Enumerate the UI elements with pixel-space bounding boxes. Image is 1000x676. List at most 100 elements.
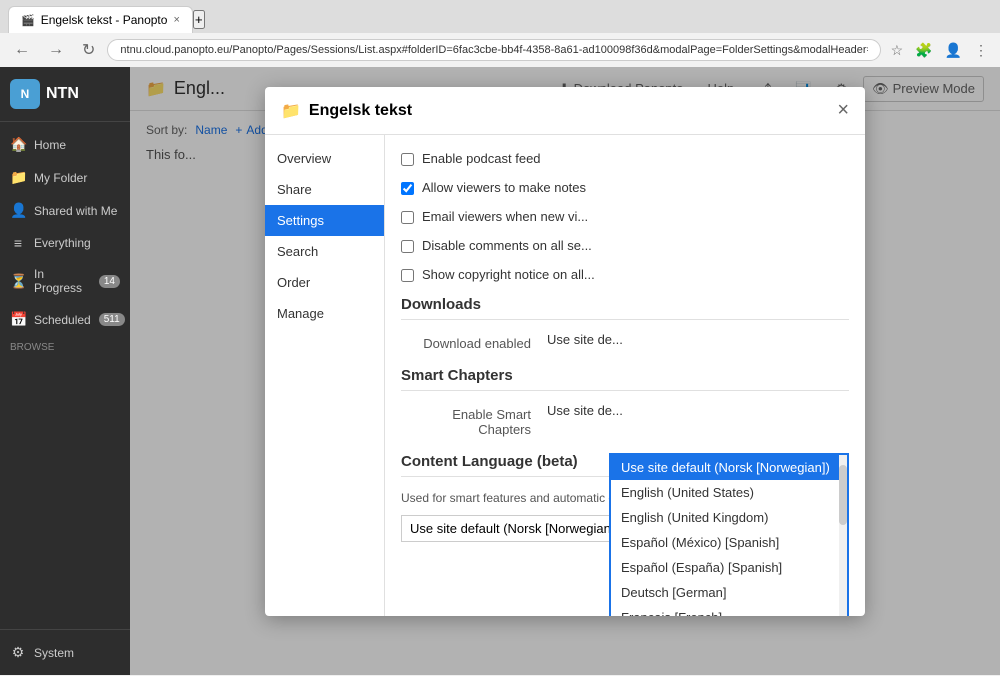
sidebar-logo: N NTN: [0, 67, 130, 122]
sidebar-item-label: My Folder: [34, 171, 87, 185]
browse-label: Browse: [10, 342, 54, 353]
bookmark-icon[interactable]: ☆: [887, 40, 908, 61]
sidebar-item-shared[interactable]: 👤 Shared with Me: [0, 194, 130, 227]
lang-option-4[interactable]: Español (España) [Spanish]: [611, 555, 847, 580]
sidebar-item-label: Shared with Me: [34, 204, 117, 218]
modal-nav-settings[interactable]: Settings: [265, 205, 384, 236]
extensions-icon[interactable]: 🧩: [911, 40, 936, 61]
sidebar-nav: 🏠 Home 📁 My Folder 👤 Shared with Me ≡ Ev…: [0, 122, 130, 629]
shared-icon: 👤: [10, 202, 26, 219]
modal-nav-order[interactable]: Order: [265, 267, 384, 298]
in-progress-badge: 14: [99, 275, 120, 288]
browser-chrome: 🎬 Engelsk tekst - Panopto × + ← → ↻ ☆ 🧩 …: [0, 0, 1000, 67]
modal-nav-search[interactable]: Search: [265, 236, 384, 267]
email-viewers-checkbox[interactable]: [401, 211, 414, 224]
language-list: Use site default (Norsk [Norwegian]) Eng…: [611, 455, 847, 616]
sidebar-item-my-folder[interactable]: 📁 My Folder: [0, 161, 130, 194]
sidebar-item-label: In Progress: [34, 267, 91, 295]
modal-overlay: 📁 Engelsk tekst × Overview Share Setting…: [130, 67, 1000, 675]
lang-option-2[interactable]: English (United Kingdom): [611, 505, 847, 530]
downloads-title: Downloads: [401, 296, 849, 320]
modal-nav-manage[interactable]: Manage: [265, 298, 384, 329]
disable-comments-checkbox[interactable]: [401, 240, 414, 253]
modal-nav: Overview Share Settings Search Order Man…: [265, 135, 385, 616]
modal: 📁 Engelsk tekst × Overview Share Setting…: [265, 87, 865, 616]
browser-toolbar: ← → ↻ ☆ 🧩 👤 ⋮: [0, 33, 1000, 67]
system-icon: ⚙: [10, 644, 26, 661]
progress-icon: ⏳: [10, 273, 26, 290]
menu-icon[interactable]: ⋮: [970, 40, 992, 61]
modal-main: Enable podcast feed Allow viewers to mak…: [385, 135, 865, 616]
smart-chapters-section: Smart Chapters Enable Smart Chapters Use…: [401, 367, 849, 437]
smart-chapters-title: Smart Chapters: [401, 367, 849, 391]
sidebar-item-home[interactable]: 🏠 Home: [0, 128, 130, 161]
modal-body: Overview Share Settings Search Order Man…: [265, 135, 865, 616]
copyright-checkbox[interactable]: [401, 269, 414, 282]
lang-option-1[interactable]: English (United States): [611, 480, 847, 505]
smart-chapters-value: Use site de...: [547, 403, 849, 418]
modal-folder-icon: 📁: [281, 101, 301, 121]
copyright-label: Show copyright notice on all...: [422, 267, 595, 282]
scheduled-icon: 📅: [10, 311, 26, 328]
scheduled-badge: 511: [99, 313, 125, 326]
podcast-setting: Enable podcast feed: [401, 151, 849, 166]
download-setting: Download enabled Use site de...: [401, 332, 849, 351]
sidebar-section-browse: Browse: [0, 336, 130, 355]
scrollbar-track[interactable]: [839, 455, 847, 616]
sidebar: N NTN 🏠 Home 📁 My Folder 👤 Shared with M…: [0, 67, 130, 675]
tab-favicon: 🎬: [21, 14, 35, 27]
modal-title: Engelsk tekst: [309, 102, 829, 120]
sidebar-item-scheduled[interactable]: 📅 Scheduled 511: [0, 303, 130, 336]
allow-notes-label: Allow viewers to make notes: [422, 180, 586, 195]
download-label: Download enabled: [401, 332, 531, 351]
email-viewers-setting: Email viewers when new vi...: [401, 209, 849, 224]
tab-title: Engelsk tekst - Panopto: [41, 13, 168, 27]
sidebar-item-label: Home: [34, 138, 66, 152]
system-label: System: [34, 646, 74, 660]
email-viewers-label: Email viewers when new vi...: [422, 209, 588, 224]
sidebar-item-everything[interactable]: ≡ Everything: [0, 227, 130, 259]
sidebar-bottom: ⚙ System: [0, 629, 130, 675]
modal-close-button[interactable]: ×: [837, 99, 849, 122]
sidebar-item-system[interactable]: ⚙ System: [10, 638, 120, 667]
forward-button[interactable]: →: [42, 39, 70, 61]
main-content: 📁 Engl... ⬇ Download Panopto Help ⤴ 📊: [130, 67, 1000, 675]
modal-nav-overview[interactable]: Overview: [265, 143, 384, 174]
lang-option-0[interactable]: Use site default (Norsk [Norwegian]): [611, 455, 847, 480]
reload-button[interactable]: ↻: [76, 38, 101, 62]
modal-nav-share[interactable]: Share: [265, 174, 384, 205]
folder-icon: 📁: [10, 169, 26, 186]
disable-comments-label: Disable comments on all se...: [422, 238, 592, 253]
disable-comments-setting: Disable comments on all se...: [401, 238, 849, 253]
browser-tabs: 🎬 Engelsk tekst - Panopto × +: [0, 0, 1000, 33]
scrollbar-thumb[interactable]: [839, 465, 847, 525]
address-bar[interactable]: [107, 39, 880, 61]
active-tab[interactable]: 🎬 Engelsk tekst - Panopto ×: [8, 6, 193, 33]
lang-option-3[interactable]: Español (México) [Spanish]: [611, 530, 847, 555]
browser-icons: ☆ 🧩 👤 ⋮: [887, 40, 992, 61]
sidebar-item-label: Everything: [34, 236, 91, 250]
modal-header: 📁 Engelsk tekst ×: [265, 87, 865, 135]
new-tab-button[interactable]: +: [193, 10, 205, 29]
smart-chapters-setting: Enable Smart Chapters Use site de...: [401, 403, 849, 437]
tab-close-icon[interactable]: ×: [173, 14, 179, 26]
lang-option-5[interactable]: Deutsch [German]: [611, 580, 847, 605]
sidebar-item-in-progress[interactable]: ⏳ In Progress 14: [0, 259, 130, 303]
language-select-value: Use site default (Norsk [Norwegian]): [410, 521, 625, 536]
smart-chapters-label: Enable Smart Chapters: [401, 403, 531, 437]
allow-notes-checkbox[interactable]: [401, 182, 414, 195]
back-button[interactable]: ←: [8, 39, 36, 61]
allow-notes-setting: Allow viewers to make notes: [401, 180, 849, 195]
profile-icon[interactable]: 👤: [941, 40, 966, 61]
language-dropdown-popup: Use site default (Norsk [Norwegian]) Eng…: [609, 453, 849, 616]
sidebar-logo-icon: N: [10, 79, 40, 109]
sidebar-logo-text: NTN: [46, 85, 79, 103]
copyright-setting: Show copyright notice on all...: [401, 267, 849, 282]
everything-icon: ≡: [10, 235, 26, 251]
lang-option-6[interactable]: Français [French]: [611, 605, 847, 616]
download-value: Use site de...: [547, 332, 849, 347]
home-icon: 🏠: [10, 136, 26, 153]
podcast-checkbox[interactable]: [401, 153, 414, 166]
content-language-section: Content Language (beta) Used for smart f…: [401, 453, 849, 542]
sidebar-item-label: Scheduled: [34, 313, 91, 327]
